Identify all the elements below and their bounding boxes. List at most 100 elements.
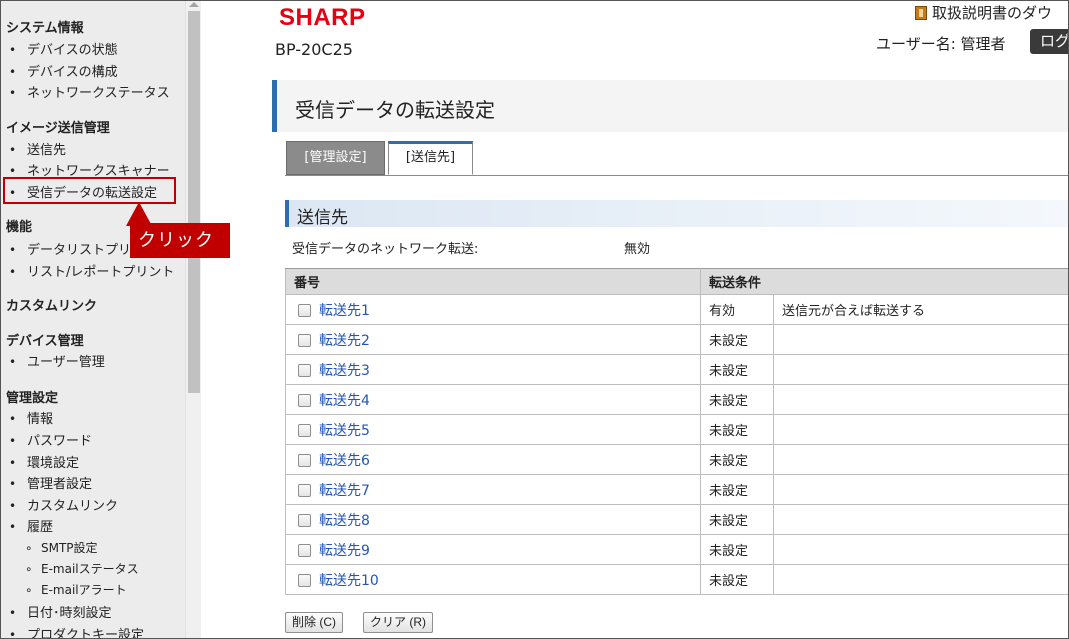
manual-download-link[interactable]: 取扱説明書のダウ bbox=[915, 2, 1052, 23]
tab-destination[interactable]: [送信先] bbox=[388, 141, 473, 175]
row-checkbox[interactable] bbox=[298, 483, 311, 497]
sidebar-item-history[interactable]: 履歴 bbox=[9, 516, 53, 535]
table-row: 転送先2 未設定 bbox=[285, 324, 1069, 355]
sidebar-item-admin-config[interactable]: 管理者設定 bbox=[9, 473, 92, 492]
destination-link[interactable]: 転送先6 bbox=[319, 453, 370, 469]
row-checkbox[interactable] bbox=[298, 363, 311, 377]
sidebar-section-admin-settings: 管理設定 bbox=[6, 391, 59, 406]
sidebar-item-report-print[interactable]: リスト/レポートプリント bbox=[9, 261, 174, 280]
status-cell: 未設定 bbox=[700, 534, 774, 565]
destination-link[interactable]: 転送先10 bbox=[319, 573, 379, 589]
destination-cell: 転送先6 bbox=[285, 444, 701, 475]
destination-table: 番号 転送条件 転送先1 有効 送信元が合えば転送する 転送先2 未設定 転送先3 未設定転… bbox=[285, 268, 1069, 595]
sidebar-item-user-management[interactable]: ユーザー管理 bbox=[9, 351, 105, 370]
tab-divider bbox=[285, 175, 1069, 176]
brand-logo: SHARP bbox=[279, 4, 366, 31]
row-checkbox[interactable] bbox=[298, 543, 311, 557]
destination-link[interactable]: 転送先9 bbox=[319, 543, 370, 559]
logout-button[interactable]: ログ bbox=[1030, 29, 1069, 54]
table-row: 転送先10 未設定 bbox=[285, 564, 1069, 595]
status-cell: 未設定 bbox=[700, 324, 774, 355]
callout-click: クリック bbox=[130, 223, 230, 258]
status-cell: 未設定 bbox=[700, 384, 774, 415]
table-row: 転送先3 未設定 bbox=[285, 354, 1069, 385]
sidebar-item-custom-link[interactable]: カスタムリンク bbox=[9, 495, 118, 514]
table-row: 転送先7 未設定 bbox=[285, 474, 1069, 505]
table-row: 転送先1 有効 送信元が合えば転送する bbox=[285, 294, 1069, 325]
page-title: 受信データの転送設定 bbox=[295, 98, 495, 122]
sidebar-subitem-email-alert[interactable]: E-mailアラート bbox=[25, 581, 127, 598]
manual-download-label[interactable]: 取扱説明書のダウ bbox=[932, 4, 1052, 22]
condition-cell bbox=[773, 534, 1069, 565]
destination-link[interactable]: 転送先4 bbox=[319, 393, 370, 409]
scroll-thumb[interactable] bbox=[188, 11, 200, 393]
table-row: 転送先9 未設定 bbox=[285, 534, 1069, 565]
sidebar-section-custom-link[interactable]: カスタムリンク bbox=[6, 295, 97, 314]
condition-cell bbox=[773, 414, 1069, 445]
section-title: 送信先 bbox=[297, 208, 348, 228]
status-cell: 未設定 bbox=[700, 354, 774, 385]
status-cell: 未設定 bbox=[700, 414, 774, 445]
condition-cell bbox=[773, 324, 1069, 355]
condition-cell bbox=[773, 564, 1069, 595]
sidebar-item-device-status[interactable]: デバイスの状態 bbox=[9, 39, 118, 58]
destination-cell: 転送先10 bbox=[285, 564, 701, 595]
sidebar-scrollbar[interactable] bbox=[185, 1, 201, 638]
destination-link[interactable]: 転送先8 bbox=[319, 513, 370, 529]
sidebar-item-destination[interactable]: 送信先 bbox=[9, 139, 66, 158]
row-checkbox[interactable] bbox=[298, 333, 311, 347]
row-checkbox[interactable] bbox=[298, 393, 311, 407]
clear-button[interactable]: クリア (R) bbox=[363, 612, 433, 633]
row-checkbox[interactable] bbox=[298, 303, 311, 317]
sidebar-item-password[interactable]: パスワード bbox=[9, 430, 92, 449]
destination-cell: 転送先5 bbox=[285, 414, 701, 445]
tab-admin-settings[interactable]: [管理設定] bbox=[286, 141, 385, 175]
table-row: 転送先6 未設定 bbox=[285, 444, 1069, 475]
destination-cell: 転送先8 bbox=[285, 504, 701, 535]
sidebar: システム情報 デバイスの状態 デバイスの構成 ネットワークステータス イメージ送… bbox=[1, 1, 185, 638]
row-checkbox[interactable] bbox=[298, 513, 311, 527]
column-header-number: 番号 bbox=[285, 268, 701, 295]
row-checkbox[interactable] bbox=[298, 423, 311, 437]
destination-cell: 転送先9 bbox=[285, 534, 701, 565]
scroll-up-arrow-icon[interactable] bbox=[189, 2, 199, 7]
highlight-box bbox=[3, 177, 176, 204]
status-cell: 未設定 bbox=[700, 444, 774, 475]
destination-link[interactable]: 転送先3 bbox=[319, 363, 370, 379]
book-icon bbox=[915, 6, 927, 20]
destination-link[interactable]: 転送先5 bbox=[319, 423, 370, 439]
network-forward-label: 受信データのネットワーク転送: bbox=[292, 242, 479, 257]
sidebar-subitem-smtp[interactable]: SMTP設定 bbox=[25, 539, 98, 556]
sidebar-item-datetime[interactable]: 日付･時刻設定 bbox=[9, 602, 112, 621]
condition-cell: 送信元が合えば転送する bbox=[773, 294, 1069, 325]
table-header-row: 番号 転送条件 bbox=[285, 268, 1069, 295]
row-checkbox[interactable] bbox=[298, 453, 311, 467]
destination-link[interactable]: 転送先7 bbox=[319, 483, 370, 499]
model-name: BP-20C25 bbox=[275, 40, 353, 59]
sidebar-item-product-key[interactable]: プロダクトキー設定 bbox=[9, 624, 144, 638]
network-forward-value: 無効 bbox=[624, 242, 651, 257]
row-checkbox[interactable] bbox=[298, 573, 311, 587]
delete-button[interactable]: 削除 (C) bbox=[285, 612, 343, 633]
destination-cell: 転送先2 bbox=[285, 324, 701, 355]
sidebar-item-environment[interactable]: 環境設定 bbox=[9, 452, 79, 471]
sidebar-item-device-config[interactable]: デバイスの構成 bbox=[9, 61, 118, 80]
table-row: 転送先8 未設定 bbox=[285, 504, 1069, 535]
status-cell: 有効 bbox=[700, 294, 774, 325]
destination-cell: 転送先4 bbox=[285, 384, 701, 415]
condition-cell bbox=[773, 444, 1069, 475]
sidebar-item-network-status[interactable]: ネットワークステータス bbox=[9, 82, 170, 101]
sidebar-section-system-info: システム情報 bbox=[6, 21, 84, 36]
destination-cell: 転送先3 bbox=[285, 354, 701, 385]
destination-link[interactable]: 転送先1 bbox=[319, 303, 370, 319]
table-row: 転送先5 未設定 bbox=[285, 414, 1069, 445]
sidebar-subitem-email-status[interactable]: E-mailステータス bbox=[25, 560, 139, 577]
sidebar-item-information[interactable]: 情報 bbox=[9, 408, 53, 427]
condition-cell bbox=[773, 504, 1069, 535]
destination-cell: 転送先7 bbox=[285, 474, 701, 505]
status-cell: 未設定 bbox=[700, 564, 774, 595]
condition-cell bbox=[773, 474, 1069, 505]
destination-link[interactable]: 転送先2 bbox=[319, 333, 370, 349]
section-header: 送信先 bbox=[285, 200, 1069, 228]
page-title-bar: 受信データの転送設定 bbox=[272, 80, 1069, 132]
